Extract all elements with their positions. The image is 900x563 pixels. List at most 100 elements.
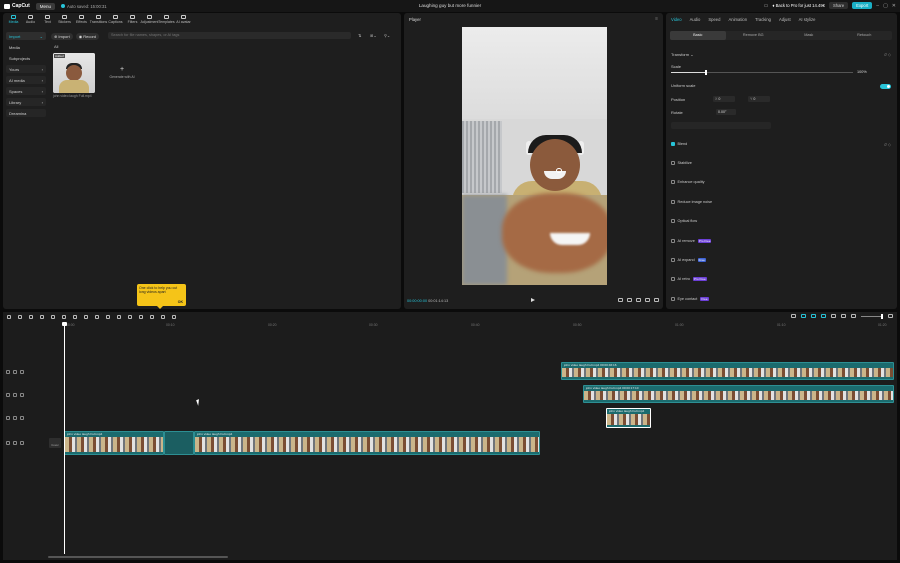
tab-tracking[interactable]: Tracking xyxy=(755,17,771,22)
tooltip-ok-button[interactable]: OK xyxy=(178,300,183,304)
ai-remove-option[interactable]: AI remove Pro Free xyxy=(671,239,712,243)
link-icon[interactable] xyxy=(801,314,806,318)
freeze-icon[interactable] xyxy=(117,315,121,319)
tab-stickers[interactable]: Stickers xyxy=(56,14,73,25)
tab-adjust[interactable]: Adjust xyxy=(779,17,791,22)
reset-icon[interactable]: ↺ ◇ xyxy=(883,142,891,147)
shield-icon[interactable] xyxy=(84,315,88,319)
reset-icon[interactable]: ↺ ◇ xyxy=(883,52,891,57)
mirror-icon[interactable] xyxy=(128,315,132,319)
tab-ai-avatar[interactable]: AI avatar xyxy=(175,14,192,25)
main-track-clip[interactable]: john video laugh Full.mp4 xyxy=(194,431,540,455)
ratio-icon[interactable] xyxy=(627,298,632,302)
remove-bg-icon[interactable] xyxy=(150,315,154,319)
speaker-icon[interactable] xyxy=(20,416,24,420)
enhance-quality-option[interactable]: Enhance quality xyxy=(671,180,705,184)
rotate-icon[interactable] xyxy=(139,315,143,319)
crop-icon[interactable] xyxy=(95,315,99,319)
snap-icon[interactable] xyxy=(821,314,826,318)
ai-icon[interactable] xyxy=(172,315,176,319)
alignment-buttons[interactable] xyxy=(671,122,771,129)
more-icon[interactable]: ≡ xyxy=(655,16,658,22)
horizontal-scrollbar[interactable] xyxy=(48,556,228,558)
stabilize-option[interactable]: Stabilize xyxy=(671,161,692,165)
pro-offer-link[interactable]: ♦ Back to Pro for just 14.49€ xyxy=(772,3,825,8)
zoom-out-icon[interactable] xyxy=(841,314,846,318)
blend-section[interactable]: Blend xyxy=(671,142,687,146)
timeline-clip[interactable]: john video laugh Full.mp4 00:00:17:10 xyxy=(583,385,894,403)
tab-text[interactable]: Text xyxy=(39,14,56,25)
split-icon[interactable] xyxy=(40,315,44,319)
transform-heading[interactable]: Transform ⌄ xyxy=(671,52,694,57)
sidebar-item-import[interactable]: Import ⌄ xyxy=(6,32,46,40)
tab-animation[interactable]: Animation xyxy=(728,17,747,22)
sidebar-item-library[interactable]: Library › xyxy=(6,98,46,106)
subtab-remove-bg[interactable]: Remove BG xyxy=(726,31,782,40)
tab-captions[interactable]: Captions xyxy=(107,14,124,25)
zoom-fit-icon[interactable] xyxy=(851,314,856,318)
sidebar-item-subprojects[interactable]: Subprojects xyxy=(6,54,46,62)
aspect-icon[interactable] xyxy=(645,298,650,302)
crop-icon[interactable] xyxy=(618,298,623,302)
main-track-gap[interactable] xyxy=(164,431,194,455)
grid-view-icon[interactable]: ⊞⌄ xyxy=(370,33,377,38)
filter-icon[interactable]: ⚲⌄ xyxy=(384,33,390,38)
generate-with-ai-button[interactable]: + Generate with AI xyxy=(102,66,142,93)
export-button[interactable]: Export xyxy=(852,2,873,9)
sidebar-item-dreamina[interactable]: Dreamina xyxy=(6,109,46,117)
tab-speed[interactable]: Speed xyxy=(708,17,720,22)
sidebar-item-media[interactable]: Media xyxy=(6,43,46,51)
eye-icon[interactable] xyxy=(13,416,17,420)
record-button[interactable]: ◉ Record xyxy=(75,33,100,40)
tab-adjustment[interactable]: Adjustment xyxy=(141,14,159,25)
stabilize-checkbox[interactable] xyxy=(671,161,675,165)
timeline-clip-selected[interactable]: john video laugh Full.mp4 xyxy=(606,408,651,428)
tab-video[interactable]: Video xyxy=(671,17,682,22)
speaker-icon[interactable] xyxy=(20,441,24,445)
sort-icon[interactable]: ⇅ xyxy=(358,33,361,38)
enhance-checkbox[interactable] xyxy=(671,180,675,184)
scale-value[interactable]: 100% xyxy=(857,70,867,74)
magic-cut-icon[interactable] xyxy=(106,315,110,319)
slider-knob[interactable] xyxy=(704,70,707,75)
sidebar-item-ai-media[interactable]: AI media › xyxy=(6,76,46,84)
position-x-field[interactable]: X 0 xyxy=(713,96,735,102)
ai-expand-checkbox[interactable] xyxy=(671,258,675,262)
lock-icon[interactable] xyxy=(6,416,10,420)
eye-icon[interactable] xyxy=(13,370,17,374)
microphone-icon[interactable] xyxy=(791,314,796,318)
reverse-icon[interactable] xyxy=(161,315,165,319)
uniform-scale-toggle[interactable] xyxy=(880,84,891,89)
tab-filters[interactable]: Filters xyxy=(124,14,141,25)
redo-icon[interactable] xyxy=(29,315,33,319)
tab-ai-stylize[interactable]: AI stylize xyxy=(799,17,816,22)
optical-flow-checkbox[interactable] xyxy=(671,219,675,223)
ai-remove-checkbox[interactable] xyxy=(671,239,675,243)
tab-audio-props[interactable]: Audio xyxy=(690,17,701,22)
expand-icon[interactable] xyxy=(654,298,659,302)
search-input[interactable] xyxy=(108,32,351,39)
zoom-in-icon[interactable] xyxy=(888,314,893,318)
share-button[interactable]: Share xyxy=(828,2,849,9)
blend-checkbox[interactable] xyxy=(671,142,675,146)
tab-templates[interactable]: Templates xyxy=(158,14,175,25)
play-button[interactable] xyxy=(531,298,535,302)
tab-transitions[interactable]: Transitions xyxy=(90,14,107,25)
sidebar-item-yours[interactable]: Yours › xyxy=(6,65,46,73)
speaker-icon[interactable] xyxy=(20,393,24,397)
eye-contact-checkbox[interactable] xyxy=(671,297,675,301)
eye-icon[interactable] xyxy=(13,393,17,397)
noise-checkbox[interactable] xyxy=(671,200,675,204)
delete-icon[interactable] xyxy=(73,315,77,319)
playhead[interactable] xyxy=(62,322,67,554)
zoom-slider[interactable] xyxy=(861,313,883,319)
split-right-icon[interactable] xyxy=(62,315,66,319)
lock-icon[interactable] xyxy=(6,441,10,445)
main-track-clip[interactable]: john video laugh Full.mp4 xyxy=(64,431,164,455)
ai-expand-option[interactable]: AI expand Free xyxy=(671,258,706,262)
minimize-icon[interactable]: – xyxy=(876,3,879,9)
import-button[interactable]: ⊕ Import xyxy=(51,33,73,40)
ai-retro-checkbox[interactable] xyxy=(671,277,675,281)
media-thumbnail[interactable]: Added xyxy=(53,53,95,93)
time-ruler[interactable]: 00:00 00:10 00:20 00:30 00:40 00:50 01:0… xyxy=(63,322,897,329)
